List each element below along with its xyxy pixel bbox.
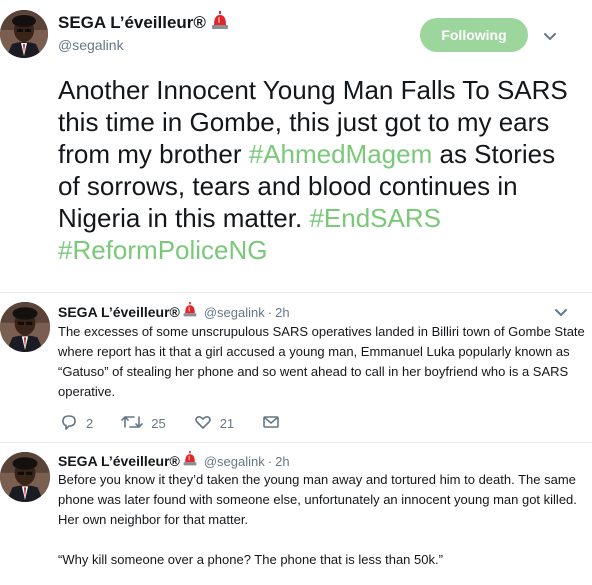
author-row: SEGA L’éveilleur® @segalink · 2h — [58, 450, 290, 472]
display-name[interactable]: SEGA L’éveilleur® — [58, 304, 180, 320]
handle[interactable]: @segalink — [204, 305, 265, 320]
chevron-down-icon[interactable] — [553, 304, 569, 320]
handle[interactable]: @segalink — [58, 37, 124, 53]
hashtag-link[interactable]: #EndSARS — [309, 203, 441, 233]
tweet-actions: 2 25 21 — [60, 413, 316, 434]
avatar[interactable] — [0, 10, 48, 58]
tweet-text: Another Innocent Young Man Falls To SARS… — [58, 74, 578, 266]
separator: · — [267, 304, 273, 320]
direct-message-icon — [262, 413, 288, 434]
direct-message-button[interactable] — [262, 413, 288, 434]
reply-count: 2 — [86, 416, 94, 431]
author-row: SEGA L’éveilleur® @segalink · 2h — [58, 301, 290, 323]
police-siren-icon — [182, 301, 198, 323]
retweet-button[interactable]: 25 — [121, 413, 166, 434]
reply-tweet[interactable]: SEGA L’éveilleur® @segalink · 2h The exc… — [0, 292, 592, 442]
tweet-quote-text: “Why kill someone over a phone? The phon… — [58, 552, 443, 567]
display-name[interactable]: SEGA L’éveilleur® — [58, 453, 180, 469]
chevron-down-icon[interactable] — [541, 27, 559, 45]
avatar[interactable] — [0, 302, 50, 352]
retweet-count: 25 — [151, 416, 166, 431]
avatar[interactable] — [0, 452, 50, 502]
tweet-text: Before you know it they’d taken the youn… — [58, 472, 577, 527]
police-siren-icon — [210, 10, 230, 36]
reply-button[interactable]: 2 — [60, 413, 93, 434]
display-name[interactable]: SEGA L’éveilleur® — [58, 13, 206, 33]
separator: · — [267, 453, 273, 469]
like-button[interactable]: 21 — [194, 413, 234, 434]
hashtag-link[interactable]: #ReformPoliceNG — [58, 235, 268, 265]
tweet-text: The excesses of some unscrupulous SARS o… — [58, 324, 585, 399]
timestamp[interactable]: 2h — [275, 305, 289, 320]
main-tweet: SEGA L’éveilleur® @segalink Following An… — [0, 0, 592, 295]
hashtag-link[interactable]: #AhmedMagem — [249, 139, 433, 169]
timestamp[interactable]: 2h — [275, 454, 289, 469]
following-button[interactable]: Following — [420, 18, 528, 52]
reply-tweet[interactable]: SEGA L’éveilleur® @segalink · 2h Before … — [0, 442, 592, 585]
like-icon — [194, 413, 220, 434]
retweet-icon — [121, 413, 151, 434]
author-row: SEGA L’éveilleur® — [58, 10, 230, 36]
handle[interactable]: @segalink — [204, 454, 265, 469]
reply-icon — [60, 413, 86, 434]
police-siren-icon — [182, 450, 198, 472]
like-count: 21 — [219, 416, 235, 431]
